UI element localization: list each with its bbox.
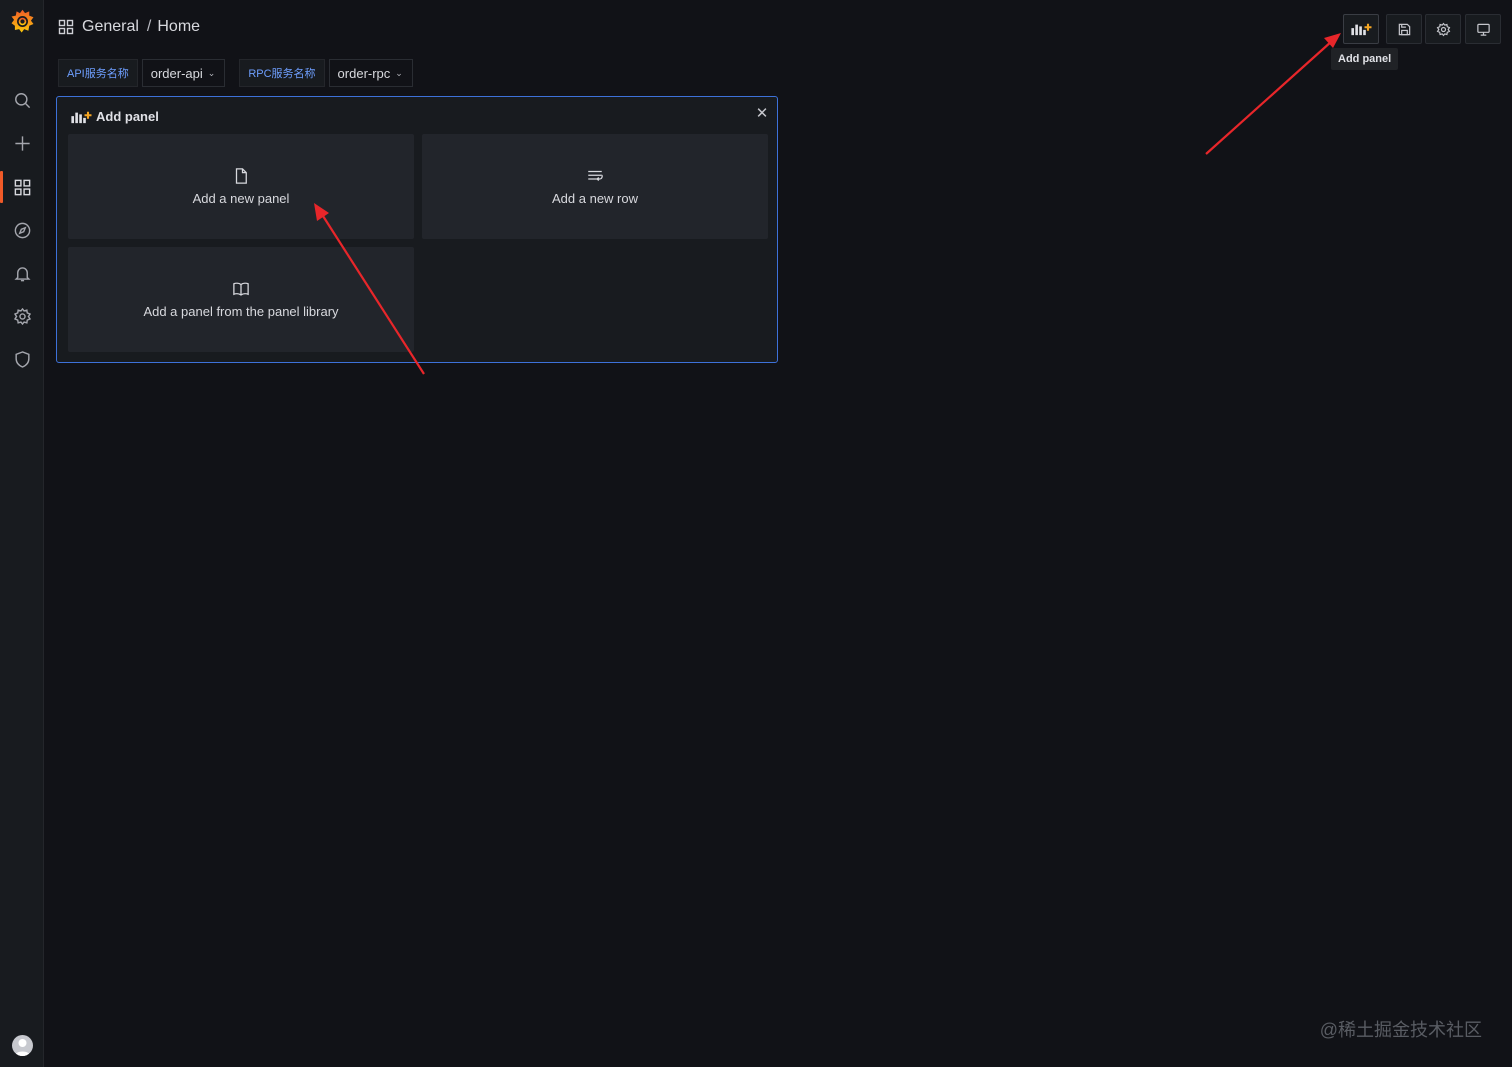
explore-icon xyxy=(14,222,30,238)
file-icon xyxy=(235,168,247,184)
variable-select-rpc[interactable]: order-rpc ⌄ xyxy=(328,59,413,87)
add-panel-widget: Add panel ✕ Add a new panel Add a new ro… xyxy=(56,96,778,363)
add-new-panel-button[interactable]: Add a new panel xyxy=(68,134,414,239)
breadcrumb-separator: / xyxy=(146,18,152,35)
add-new-row-button[interactable]: Add a new row xyxy=(422,134,768,239)
user-avatar[interactable] xyxy=(12,1035,33,1056)
grafana-logo[interactable] xyxy=(9,8,36,35)
chevron-down-icon: ⌄ xyxy=(395,67,403,78)
variable-value-api: order-api xyxy=(150,65,203,81)
sidebar-item-dashboards[interactable] xyxy=(0,169,44,205)
add-panel-tooltip: Add panel xyxy=(1331,48,1399,70)
gear-icon xyxy=(1436,22,1450,36)
add-library-panel-label: Add a panel from the panel library xyxy=(143,304,339,319)
search-icon xyxy=(14,92,30,108)
add-panel-icon xyxy=(71,111,92,123)
chevron-down-icon: ⌄ xyxy=(207,67,216,78)
dashboard-settings-button[interactable] xyxy=(1425,14,1461,44)
add-new-row-label: Add a new row xyxy=(552,191,638,206)
add-panel-button[interactable] xyxy=(1343,14,1379,44)
monitor-icon xyxy=(1476,23,1490,36)
shield-icon xyxy=(14,350,30,368)
dashboard-grid-icon xyxy=(58,19,74,35)
user-silhouette-icon xyxy=(15,1039,30,1056)
sidebar-item-create[interactable] xyxy=(0,125,44,161)
sidebar-item-server-admin[interactable] xyxy=(0,341,44,377)
template-variables-bar: API服务名称 order-api ⌄ RPC服务名称 order-rpc ⌄ xyxy=(58,59,413,87)
gear-icon xyxy=(13,307,31,325)
sidebar-item-explore[interactable] xyxy=(0,212,44,248)
variable-select-api[interactable]: order-api ⌄ xyxy=(141,59,226,87)
alert-bell-icon xyxy=(13,266,31,281)
view-mode-button[interactable] xyxy=(1465,14,1501,44)
sidebar-item-search[interactable] xyxy=(0,82,44,118)
breadcrumb: General / Home xyxy=(58,18,200,36)
breadcrumb-dashboard-title[interactable]: Home xyxy=(157,18,200,36)
save-dashboard-button[interactable] xyxy=(1386,14,1422,44)
add-panel-icon xyxy=(1351,23,1372,36)
book-icon xyxy=(233,282,249,296)
dashboards-icon xyxy=(14,179,30,195)
add-new-panel-label: Add a new panel xyxy=(192,191,290,206)
side-menu xyxy=(0,0,44,1067)
variable-label-rpc: RPC服务名称 xyxy=(239,59,325,87)
top-navbar: General / Home xyxy=(44,0,1512,56)
add-panel-header: Add panel xyxy=(70,109,159,124)
close-icon[interactable]: ✕ xyxy=(755,106,769,121)
add-library-panel-button[interactable]: Add a panel from the panel library xyxy=(68,247,414,352)
variable-label-api: API服务名称 xyxy=(58,59,138,87)
breadcrumb-folder[interactable]: General xyxy=(82,18,139,36)
sidebar-item-configuration[interactable] xyxy=(0,298,44,334)
variable-value-rpc: order-rpc xyxy=(337,65,391,81)
add-panel-title: Add panel xyxy=(96,109,159,124)
watermark: @稀土掘金技术社区 xyxy=(1319,1020,1482,1040)
sidebar-item-alerting[interactable] xyxy=(0,255,44,291)
plus-icon xyxy=(14,135,30,151)
save-icon xyxy=(1398,23,1410,35)
row-icon xyxy=(588,170,603,181)
